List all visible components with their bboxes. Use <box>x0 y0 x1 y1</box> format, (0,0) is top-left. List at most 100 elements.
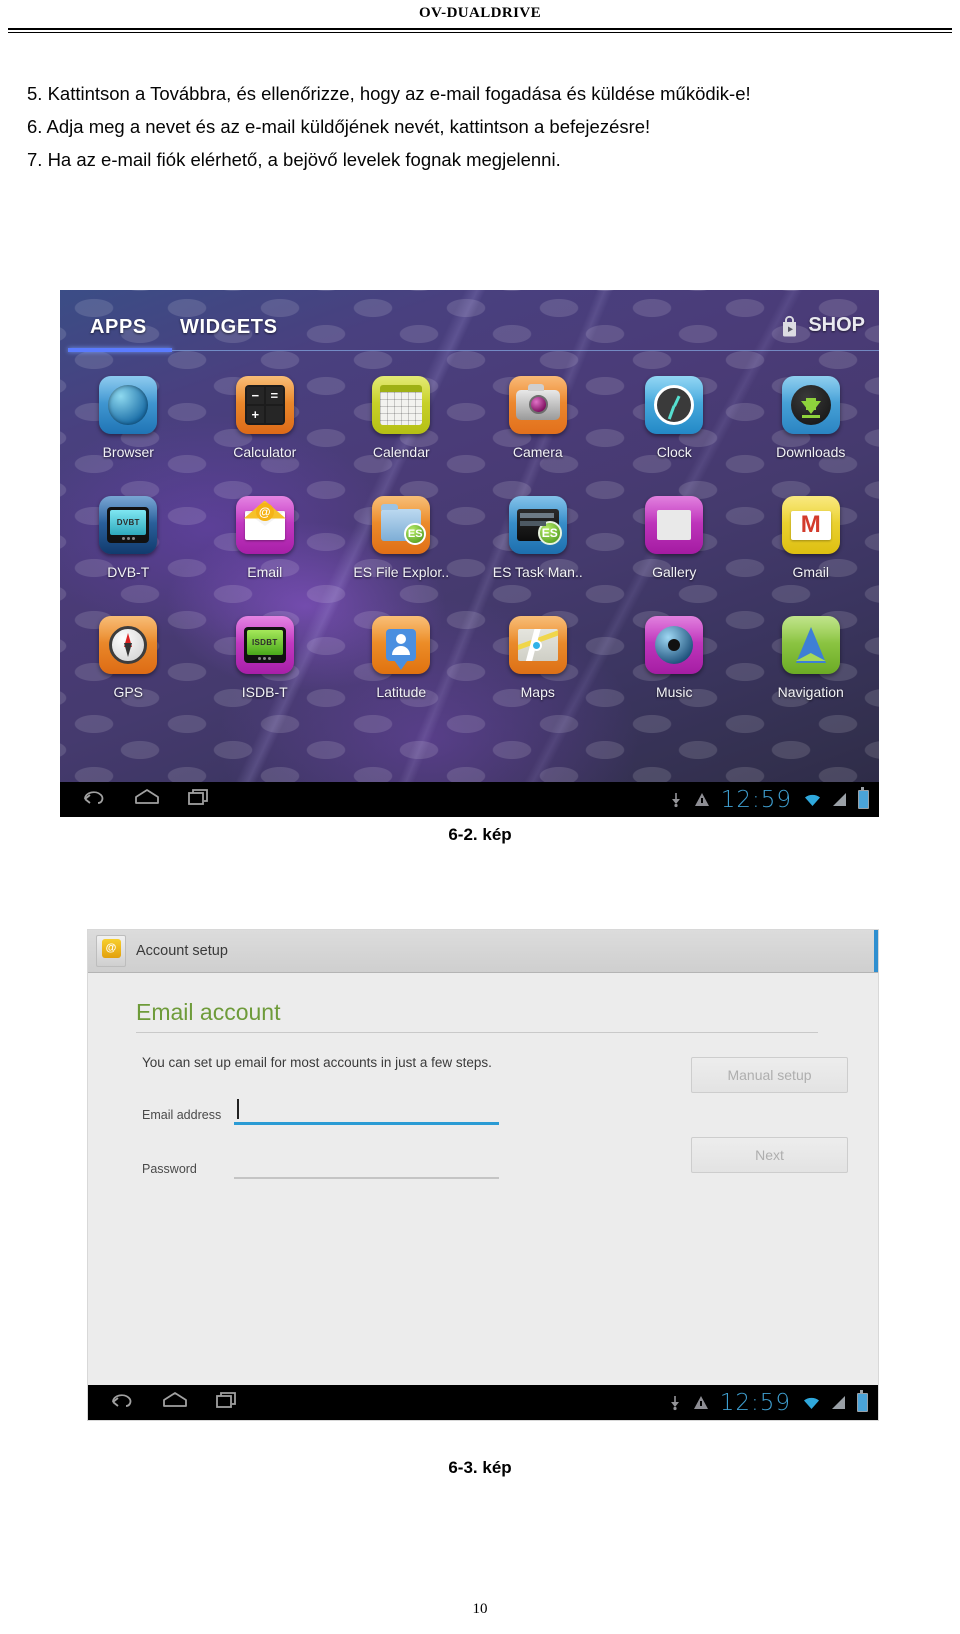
figure-app-drawer-screenshot: APPS WIDGETS SHOP Browser − = + Calculat… <box>60 290 879 817</box>
instruction-step-7: 7. Ha az e-mail fiók elérhető, a bejövő … <box>27 149 561 170</box>
app-item-isdbt[interactable]: ISDBT ISDB-T <box>197 602 334 722</box>
android-system-bar: 12:59 <box>88 1385 878 1420</box>
recent-apps-icon[interactable] <box>188 788 210 811</box>
app-label: Clock <box>656 444 692 460</box>
dvbt-screen-text: DVBT <box>110 510 147 535</box>
app-item-dvbt[interactable]: DVBT DVB-T <box>60 482 197 602</box>
downloads-icon <box>781 376 840 434</box>
gps-compass-icon <box>99 616 158 674</box>
usb-debug-icon[interactable] <box>669 792 683 808</box>
battery-icon[interactable] <box>857 1390 868 1412</box>
dvbt-tuner-icon: DVBT <box>99 496 158 554</box>
app-label: ES File Explor.. <box>353 564 450 580</box>
text-caret <box>237 1099 239 1119</box>
figure-account-setup-screenshot: @ Account setup Email account You can se… <box>88 930 878 1420</box>
next-button[interactable]: Next <box>691 1137 848 1173</box>
figure-caption-1: 6-2. kép <box>448 825 512 844</box>
maps-icon <box>508 616 567 674</box>
calc-minus: − <box>246 387 264 404</box>
app-item-email[interactable]: @ Email <box>197 482 334 602</box>
shop-bag-icon <box>779 315 800 337</box>
shop-button[interactable]: SHOP <box>779 314 865 337</box>
tab-widgets[interactable]: WIDGETS <box>180 316 278 339</box>
email-envelope-icon: @ <box>235 496 294 554</box>
window-title: Account setup <box>136 943 228 959</box>
app-label: ES Task Man.. <box>492 564 583 580</box>
signal-icon[interactable] <box>833 793 846 806</box>
calculator-icon: − = + <box>235 376 294 434</box>
warning-triangle-icon[interactable] <box>693 1396 708 1409</box>
calc-equals: = <box>265 387 283 404</box>
warning-triangle-icon[interactable] <box>694 793 709 806</box>
calc-plus: + <box>246 406 264 423</box>
app-item-gps[interactable]: GPS <box>60 602 197 722</box>
app-label: Email <box>247 564 283 580</box>
gmail-letter: M <box>790 510 831 540</box>
email-at-badge: @ <box>101 938 121 958</box>
instruction-step-5: 5. Kattintson a Továbbra, és ellenőrizze… <box>27 83 751 104</box>
wifi-icon[interactable] <box>803 1396 820 1409</box>
title-divider <box>136 1032 818 1033</box>
app-item-browser[interactable]: Browser <box>60 362 197 482</box>
figure-caption-2: 6-3. kép <box>448 1458 512 1477</box>
es-badge: ES <box>404 523 427 545</box>
app-item-music[interactable]: Music <box>606 602 743 722</box>
camera-icon <box>508 376 567 434</box>
app-label: Navigation <box>777 684 844 700</box>
app-item-clock[interactable]: Clock <box>606 362 743 482</box>
home-icon[interactable] <box>162 1391 188 1414</box>
app-item-calculator[interactable]: − = + Calculator <box>197 362 334 482</box>
app-item-gallery[interactable]: Gallery <box>606 482 743 602</box>
app-label: Camera <box>512 444 563 460</box>
isdbt-tuner-icon: ISDBT <box>235 616 294 674</box>
battery-icon[interactable] <box>858 787 869 809</box>
account-setup-titlebar: @ Account setup <box>88 930 878 973</box>
app-label: Maps <box>520 684 555 700</box>
page-number: 10 <box>472 1601 488 1617</box>
home-icon[interactable] <box>134 788 160 811</box>
app-item-navigation[interactable]: Navigation <box>743 602 880 722</box>
app-item-es-task-manager[interactable]: ES ES Task Man.. <box>470 482 607 602</box>
app-label: Gallery <box>652 564 697 580</box>
usb-debug-icon[interactable] <box>668 1395 682 1411</box>
manual-setup-button[interactable]: Manual setup <box>691 1057 848 1093</box>
document-body: 5. Kattintson a Továbbra, és ellenőrizze… <box>27 78 933 177</box>
app-item-camera[interactable]: Camera <box>470 362 607 482</box>
app-item-maps[interactable]: Maps <box>470 602 607 722</box>
page-title: Email account <box>136 999 281 1025</box>
app-item-es-file-explorer[interactable]: ES ES File Explor.. <box>333 482 470 602</box>
app-item-latitude[interactable]: Latitude <box>333 602 470 722</box>
email-address-input[interactable] <box>234 1098 499 1125</box>
music-speaker-icon <box>645 616 704 674</box>
signal-icon[interactable] <box>832 1396 845 1409</box>
back-arrow-icon[interactable] <box>110 1391 134 1414</box>
wifi-icon[interactable] <box>804 793 821 806</box>
clock-icon <box>645 376 704 434</box>
app-label: GPS <box>113 684 144 700</box>
app-item-gmail[interactable]: M Gmail <box>743 482 880 602</box>
navigation-arrow-icon <box>781 616 840 674</box>
app-grid: Browser − = + Calculator Calendar Camera… <box>60 362 879 722</box>
tab-underline-track <box>68 350 879 351</box>
app-label: Latitude <box>376 684 427 700</box>
gallery-photo-icon <box>645 496 704 554</box>
account-setup-content: Email account You can set up email for m… <box>88 973 878 1420</box>
es-file-explorer-icon: ES <box>372 496 431 554</box>
drawer-tab-bar: APPS WIDGETS SHOP <box>60 306 879 354</box>
setup-buttons: Manual setup Next <box>691 1057 848 1217</box>
app-item-downloads[interactable]: Downloads <box>743 362 880 482</box>
password-input[interactable] <box>234 1153 499 1179</box>
tab-apps[interactable]: APPS <box>90 316 147 339</box>
status-clock: 12:59 <box>719 1389 791 1416</box>
instruction-step-6: 6. Adja meg a nevet és az e-mail küldőjé… <box>27 116 651 137</box>
back-arrow-icon[interactable] <box>82 788 106 811</box>
app-label: ISDB-T <box>241 684 288 700</box>
android-system-bar: 12:59 <box>60 782 879 817</box>
email-account-icon: @ <box>96 935 126 967</box>
app-label: Gmail <box>792 564 830 580</box>
app-label: Browser <box>102 444 154 460</box>
email-at-glyph: @ <box>255 502 274 521</box>
es-gear-badge: ES <box>537 521 562 545</box>
app-item-calendar[interactable]: Calendar <box>333 362 470 482</box>
recent-apps-icon[interactable] <box>216 1391 238 1414</box>
